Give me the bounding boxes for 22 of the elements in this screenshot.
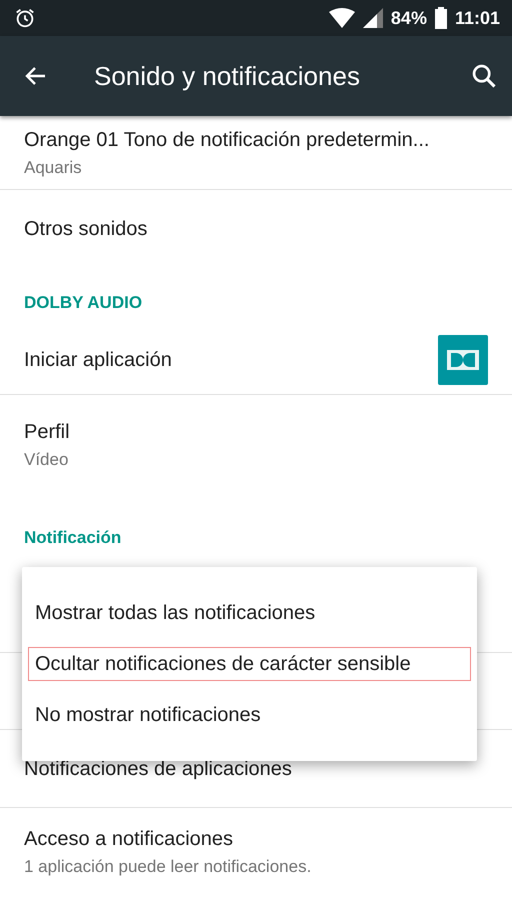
- battery-icon: [434, 7, 447, 29]
- setting-title[interactable]: Orange 01 Tono de notificación predetermin...: [24, 124, 488, 155]
- menu-option[interactable]: No mostrar notificaciones: [28, 698, 471, 732]
- search-icon[interactable]: [470, 62, 498, 90]
- signal-icon: [362, 8, 383, 28]
- setting-title: Iniciar aplicación: [24, 348, 173, 372]
- setting-summary: Vídeo: [24, 449, 70, 472]
- menu-option[interactable]: Mostrar todas las notificaciones: [28, 596, 471, 630]
- setting-title[interactable]: Acceso a notificaciones: [24, 824, 488, 854]
- setting-summary: Aquaris: [24, 156, 83, 179]
- setting-title[interactable]: Otros sonidos: [24, 214, 488, 244]
- screen-title: Sonido y notificaciones: [94, 60, 361, 92]
- setting-summary: 1 aplicación puede leer notificaciones.: [24, 856, 312, 878]
- battery-percentage: 84%: [390, 6, 427, 30]
- clock-time: 11:01: [454, 6, 500, 30]
- menu-option[interactable]: Ocultar notificaciones de carácter sensible: [28, 647, 471, 681]
- section-header: DOLBY AUDIO: [23, 292, 144, 314]
- alarm-icon: [14, 7, 36, 29]
- app-icon[interactable]: [438, 334, 488, 384]
- wifi-icon: [328, 8, 355, 28]
- section-header: Notificación: [23, 526, 122, 548]
- setting-title[interactable]: Perfil: [24, 417, 488, 448]
